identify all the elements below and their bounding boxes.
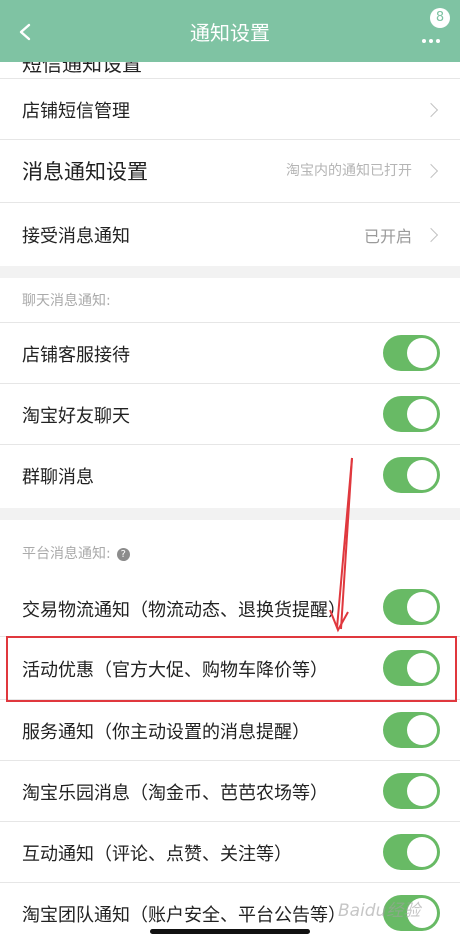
section-header: 聊天消息通知:	[22, 293, 111, 309]
row-value: 已开启	[363, 227, 412, 246]
row-label: 店铺客服接待	[22, 345, 130, 366]
toggle-switch[interactable]	[383, 457, 440, 493]
row-taobao-friend-chat: 淘宝好友聊天	[0, 384, 460, 444]
row-label: 交易物流通知（物流动态、退换货提醒）	[22, 600, 346, 621]
chevron-right-icon	[423, 227, 439, 243]
section-header-label: 平台消息通知:	[22, 546, 111, 562]
row-value: 淘宝内的通知已打开	[286, 163, 412, 179]
cut-off-label: 短信通知设置	[22, 62, 142, 76]
row-message-notification-settings[interactable]: 消息通知设置 淘宝内的通知已打开	[0, 140, 460, 202]
page-title: 通知设置	[190, 21, 270, 45]
toggle-switch[interactable]	[383, 712, 440, 748]
row-shop-customer-service: 店铺客服接待	[0, 323, 460, 383]
row-label: 淘宝乐园消息（淘金币、芭芭农场等）	[22, 783, 328, 804]
toggle-switch[interactable]	[383, 773, 440, 809]
chat-notifications-section: 聊天消息通知: 店铺客服接待 淘宝好友聊天 群聊消息	[0, 278, 460, 508]
row-label: 群聊消息	[22, 467, 94, 488]
chevron-right-icon	[423, 102, 439, 118]
platform-notifications-section: 平台消息通知:? 交易物流通知（物流动态、退换货提醒） 活动优惠（官方大促、购物…	[0, 520, 460, 943]
question-circle-icon[interactable]: ?	[116, 547, 130, 561]
row-label: 消息通知设置	[22, 160, 148, 184]
row-label: 互动通知（评论、点赞、关注等）	[22, 844, 292, 865]
row-shop-sms-management[interactable]: 店铺短信管理	[0, 79, 460, 139]
more-button[interactable]: 8	[418, 8, 452, 47]
row-interaction-notification: 互动通知（评论、点赞、关注等）	[0, 822, 460, 882]
row-label: 服务通知（你主动设置的消息提醒）	[22, 722, 310, 743]
section-header: 平台消息通知:?	[22, 543, 130, 563]
row-service-notification: 服务通知（你主动设置的消息提醒）	[0, 700, 460, 760]
row-label: 店铺短信管理	[22, 101, 130, 122]
row-group-chat: 群聊消息	[0, 445, 460, 505]
message-settings-section: 短信通知设置 店铺短信管理 消息通知设置 淘宝内的通知已打开 接受消息通知 已开…	[0, 62, 460, 266]
watermark: Baidu经验	[338, 901, 421, 921]
more-dots-icon	[422, 28, 443, 47]
row-label: 淘宝好友聊天	[22, 406, 130, 427]
row-taobao-paradise-messages: 淘宝乐园消息（淘金币、芭芭农场等）	[0, 761, 460, 821]
notification-badge: 8	[430, 8, 450, 28]
row-logistics-notification: 交易物流通知（物流动态、退换货提醒）	[0, 578, 460, 636]
navbar: 通知设置 8	[0, 0, 460, 62]
toggle-switch[interactable]	[383, 834, 440, 870]
chevron-right-icon	[423, 163, 439, 179]
toggle-switch[interactable]	[383, 335, 440, 371]
row-receive-notifications[interactable]: 接受消息通知 已开启	[0, 203, 460, 266]
toggle-switch[interactable]	[383, 396, 440, 432]
cut-off-row[interactable]: 短信通知设置	[0, 62, 460, 78]
home-indicator[interactable]	[150, 929, 310, 934]
row-label: 淘宝团队通知（账户安全、平台公告等）	[22, 905, 346, 926]
row-label: 接受消息通知	[22, 226, 130, 247]
toggle-switch[interactable]	[383, 589, 440, 625]
highlight-box	[6, 636, 457, 702]
